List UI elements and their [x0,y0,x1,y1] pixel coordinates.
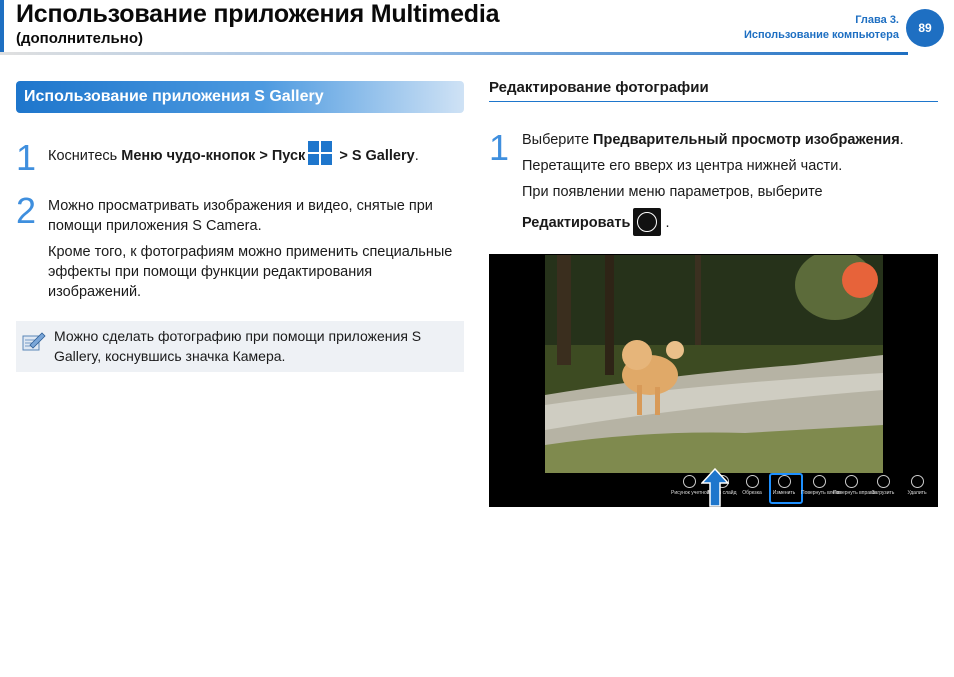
appbar-button-rotate-left[interactable]: Повернуть влево [801,475,841,496]
appbar-button-crop[interactable]: Обрезка [734,475,770,496]
user-picture-icon [682,475,696,488]
step-text-bold: Предварительный просмотр изображения [593,132,900,148]
appbar-label: Повернуть вправо [833,490,876,496]
photo-dog-on-path [545,255,883,473]
swipe-up-arrow-icon [701,468,729,507]
step-text-bold: Редактировать [522,215,631,231]
screenshot-image: Рисунок учетной Показ слайд Обрезка Изме… [489,254,938,507]
appbar-button-delete[interactable]: Удалить [899,475,935,496]
step-text: Редактировать . [522,208,670,236]
appbar-label: Удалить [907,490,927,496]
rotate-left-icon [812,475,826,488]
step-paragraph: Кроме того, к фотографиям можно применит… [48,244,453,300]
step-number: 1 [489,127,510,168]
step-text-plain: . [899,132,904,148]
chapter-label: Глава 3. Использование компьютера [744,13,899,43]
appbar-label: Повернуть влево [801,490,841,496]
step-number: 2 [16,190,37,231]
step-text-plain: . [414,148,419,164]
step-number: 1 [16,137,37,178]
note-text: Можно сделать фотографию при помощи прил… [54,328,422,364]
appbar-button-rotate-right[interactable]: Повернуть вправо [833,475,876,496]
page-subtitle: (дополнительно) [16,30,143,47]
edit-highlight-frame [769,473,803,504]
appbar-label: Загрузить [871,490,895,496]
step-text-plain: Коснитесь [48,148,122,164]
step-text-plain: Выберите [522,132,594,148]
step-text-bold: Меню чудо-кнопок > Пуск [121,148,306,164]
step-text-bold: > S Gallery [335,148,415,164]
section-rule [489,101,938,102]
step-text-plain: . [661,215,670,231]
page-title: Использование приложения Multimedia [16,0,500,28]
chapter-title: Использование компьютера [743,29,899,41]
step-text: При появлении меню параметров, выберите [522,184,823,200]
rotate-right-icon [844,475,858,488]
step-text: Выберите Предварительный просмотр изобра… [522,130,904,150]
note-pencil-icon [22,332,46,351]
header-accent-bar [0,0,4,52]
appbar-label: Обрезка [742,490,762,496]
step-paragraph: Можно просматривать изображения и видео,… [48,198,433,234]
crop-icon [745,475,759,488]
step-text: Коснитесь Меню чудо-кнопок > Пуск > S Ga… [48,141,419,166]
upload-icon [876,475,890,488]
header-rule [0,52,908,55]
chapter-number: Глава 3. [855,14,899,26]
delete-icon [910,475,924,488]
section-heading-label: Использование приложения S Gallery [24,88,324,105]
page-number-badge: 89 [906,9,944,47]
section-heading-edit-photo: Редактирование фотографии [489,79,709,96]
edit-icon [633,208,662,236]
step-text: Перетащите его вверх из центра нижней ча… [522,158,843,174]
section-heading-s-gallery: Использование приложения S Gallery [16,81,464,113]
windows-start-icon [308,141,333,165]
photo-scene [545,255,883,473]
appbar-button-upload[interactable]: Загрузить [865,475,901,496]
